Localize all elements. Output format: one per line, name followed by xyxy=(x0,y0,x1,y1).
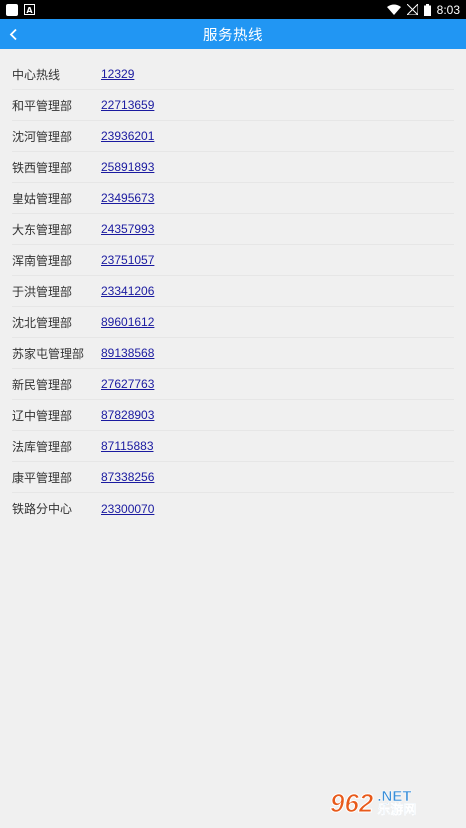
hotline-phone-link[interactable]: 23936201 xyxy=(101,129,154,143)
hotline-phone-link[interactable]: 25891893 xyxy=(101,160,154,174)
list-item: 铁西管理部 25891893 xyxy=(12,152,454,183)
watermark-text: .NET 乐游网 xyxy=(377,789,416,817)
hotline-phone-link[interactable]: 23341206 xyxy=(101,284,154,298)
hotline-name: 于洪管理部 xyxy=(12,284,73,299)
hotline-name: 法库管理部 xyxy=(12,439,73,454)
hotline-name: 新民管理部 xyxy=(12,377,73,392)
hotline-phone-link[interactable]: 22713659 xyxy=(101,98,154,112)
status-time: 8:03 xyxy=(436,2,460,17)
page-title: 服务热线 xyxy=(203,27,263,44)
notification-a-icon: A xyxy=(24,4,35,15)
list-item: 铁路分中心 23300070 xyxy=(12,493,454,524)
signal-icon xyxy=(406,4,418,15)
list-item: 中心热线 12329 xyxy=(12,59,454,90)
list-item: 沈北管理部 89601612 xyxy=(12,307,454,338)
watermark-number: 962 xyxy=(329,788,374,818)
list-item: 苏家屯管理部 89138568 xyxy=(12,338,454,369)
hotline-name: 皇姑管理部 xyxy=(12,191,73,206)
hotline-phone-link[interactable]: 12329 xyxy=(101,67,134,81)
hotline-name: 铁西管理部 xyxy=(12,160,73,175)
battery-icon xyxy=(423,3,431,16)
hotline-phone-link[interactable]: 23751057 xyxy=(101,253,154,267)
list-item: 法库管理部 87115883 xyxy=(12,431,454,462)
hotline-name: 中心热线 xyxy=(12,67,61,82)
hotline-name: 浑南管理部 xyxy=(12,253,73,268)
watermark-cn: 乐游网 xyxy=(377,803,417,818)
hotline-name: 铁路分中心 xyxy=(12,502,73,516)
hotline-name: 康平管理部 xyxy=(12,470,73,485)
hotline-name: 苏家屯管理部 xyxy=(12,346,85,361)
list-item: 大东管理部 24357993 xyxy=(12,214,454,245)
list-item: 于洪管理部 23341206 xyxy=(12,276,454,307)
notification-square-icon xyxy=(6,3,18,16)
list-item: 新民管理部 27627763 xyxy=(12,369,454,400)
watermark-logo: 962 .NET 乐游网 xyxy=(329,780,460,826)
hotline-phone-link[interactable]: 89138568 xyxy=(101,346,154,360)
hotline-phone-link[interactable]: 23495673 xyxy=(101,191,154,205)
list-item: 沈河管理部 23936201 xyxy=(12,121,454,152)
list-item: 康平管理部 87338256 xyxy=(12,462,454,493)
chevron-left-icon xyxy=(9,28,17,40)
hotline-name: 大东管理部 xyxy=(12,222,73,237)
hotline-phone-link[interactable]: 87338256 xyxy=(101,470,154,484)
list-item: 皇姑管理部 23495673 xyxy=(12,183,454,214)
list-item: 浑南管理部 23751057 xyxy=(12,245,454,276)
watermark-net: .NET xyxy=(377,788,412,805)
hotline-list: 中心热线 12329 和平管理部 22713659 沈河管理部 23936201 铁西… xyxy=(0,59,466,524)
hotline-phone-link[interactable]: 89601612 xyxy=(101,315,154,329)
status-notifications: A xyxy=(6,3,35,16)
hotline-name: 沈北管理部 xyxy=(12,315,73,330)
wifi-icon xyxy=(386,4,401,15)
hotline-phone-link[interactable]: 87115883 xyxy=(101,439,154,453)
hotline-phone-link[interactable]: 87828903 xyxy=(101,408,154,422)
list-item: 和平管理部 22713659 xyxy=(12,90,454,121)
status-indicators: 8:03 xyxy=(386,2,460,17)
hotline-phone-link[interactable]: 24357993 xyxy=(101,222,154,236)
back-button[interactable] xyxy=(0,19,26,49)
hotline-name: 沈河管理部 xyxy=(12,129,73,144)
title-bar: 服务热线 xyxy=(0,19,466,49)
hotline-name: 和平管理部 xyxy=(12,98,73,113)
hotline-name: 辽中管理部 xyxy=(12,408,73,423)
hotline-phone-link[interactable]: 27627763 xyxy=(101,377,154,391)
list-item: 辽中管理部 87828903 xyxy=(12,400,454,431)
status-bar: A 8:03 xyxy=(0,0,466,19)
hotline-phone-link[interactable]: 23300070 xyxy=(101,502,154,516)
